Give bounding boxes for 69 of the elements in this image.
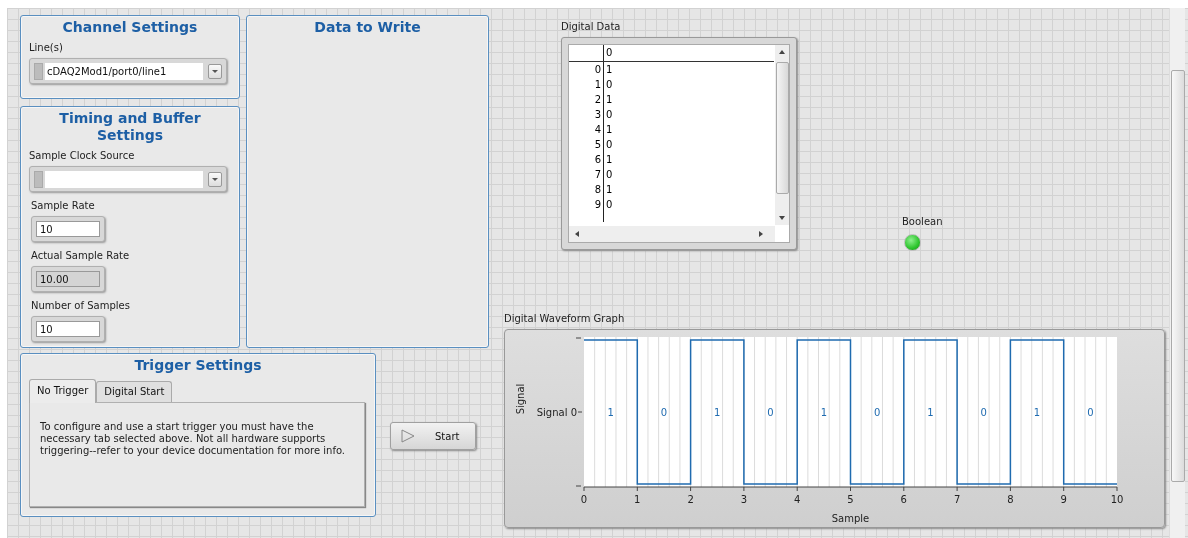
field-label: Sample Clock Source: [29, 150, 135, 162]
start-button[interactable]: Start: [390, 422, 476, 450]
column-header: 0: [605, 46, 613, 60]
table-cell-text: 0: [605, 168, 613, 182]
row-index: 5: [569, 137, 604, 152]
row-index: 7: [569, 167, 604, 182]
x-tick-label: 0: [580, 494, 588, 505]
data-label: 0: [980, 407, 987, 418]
row-index: 8: [569, 182, 604, 197]
row-index: 4: [569, 122, 604, 137]
row-index: 3: [569, 107, 604, 122]
x-tick-label: 10: [1110, 494, 1124, 505]
field-label: Sample Rate: [31, 200, 95, 212]
horizontal-scrollbar[interactable]: [569, 226, 775, 242]
table-cell-text: 1: [605, 93, 613, 107]
row-index: 0: [569, 62, 604, 77]
panel-title: Timing and Buffer Settings: [58, 109, 202, 144]
samples-field[interactable]: 10: [31, 316, 105, 342]
axis-caption: Signal: [515, 383, 526, 415]
x-tick-label: 6: [900, 494, 907, 505]
tab[interactable]: No Trigger: [29, 379, 97, 403]
x-tick-label: 2: [687, 494, 694, 505]
x-tick-label: 5: [847, 494, 854, 505]
vertical-scrollbar[interactable]: [775, 45, 789, 225]
field-label: Actual Sample Rate: [31, 250, 130, 262]
led-label: Boolean: [902, 216, 943, 227]
graph-label: Digital Waveform Graph: [504, 313, 625, 324]
data-label: 0: [767, 407, 774, 418]
page-scrollbar[interactable]: [1169, 8, 1185, 538]
panel-title: Channel Settings: [61, 18, 199, 36]
table-cell-text: 0: [605, 78, 613, 92]
table-label: Digital Data: [561, 21, 621, 32]
data-label: 1: [820, 407, 828, 418]
data-label: 0: [660, 407, 668, 418]
row-index: 1: [569, 77, 604, 92]
row-index: 2: [569, 92, 604, 107]
x-axis-title: Sample: [831, 513, 870, 524]
data-label: 1: [714, 407, 721, 418]
x-tick-label: 9: [1060, 494, 1067, 505]
sample-rate-field[interactable]: 10: [31, 216, 105, 242]
table-cell-text: 0: [605, 198, 613, 212]
table-cell-text: 1: [605, 123, 613, 137]
field-label: Number of Samples: [31, 300, 130, 312]
x-tick-label: 8: [1007, 494, 1014, 505]
row-index: 9: [569, 197, 604, 212]
data-label: 0: [1087, 407, 1094, 418]
panel-title: Data to Write: [313, 18, 422, 36]
table-cell-text: 1: [605, 153, 613, 167]
x-tick-label: 4: [794, 494, 801, 505]
table-cell-text: 1: [605, 63, 613, 77]
trigger-description: To configure and use a start trigger you must have the necessary tab selected above. Not all hardware supports triggering--refer to your device documentation for more info.: [40, 421, 347, 457]
table-cell-text: 0: [605, 108, 613, 122]
actual-rate-indicator: 10.00: [31, 266, 105, 292]
play-icon: [401, 429, 415, 443]
row-index: 6: [569, 152, 604, 167]
channel-dropdown[interactable]: cDAQ2Mod1/port0/line1: [29, 58, 227, 84]
data-label: 0: [873, 407, 881, 418]
data-label: 1: [607, 407, 614, 418]
field-label: Line(s): [29, 42, 63, 54]
data-label: 1: [927, 407, 934, 418]
tab[interactable]: Digital Start: [96, 381, 173, 402]
table-cell-text: 0: [605, 138, 613, 152]
x-tick-label: 3: [740, 494, 748, 505]
table-cell-text: 1: [605, 183, 613, 197]
x-tick-label: 7: [953, 494, 961, 505]
panel-title: Trigger Settings: [133, 356, 263, 374]
signal-name-label: Signal 0: [536, 407, 577, 418]
data-label: 1: [1033, 407, 1041, 418]
x-tick-label: 1: [634, 494, 641, 505]
